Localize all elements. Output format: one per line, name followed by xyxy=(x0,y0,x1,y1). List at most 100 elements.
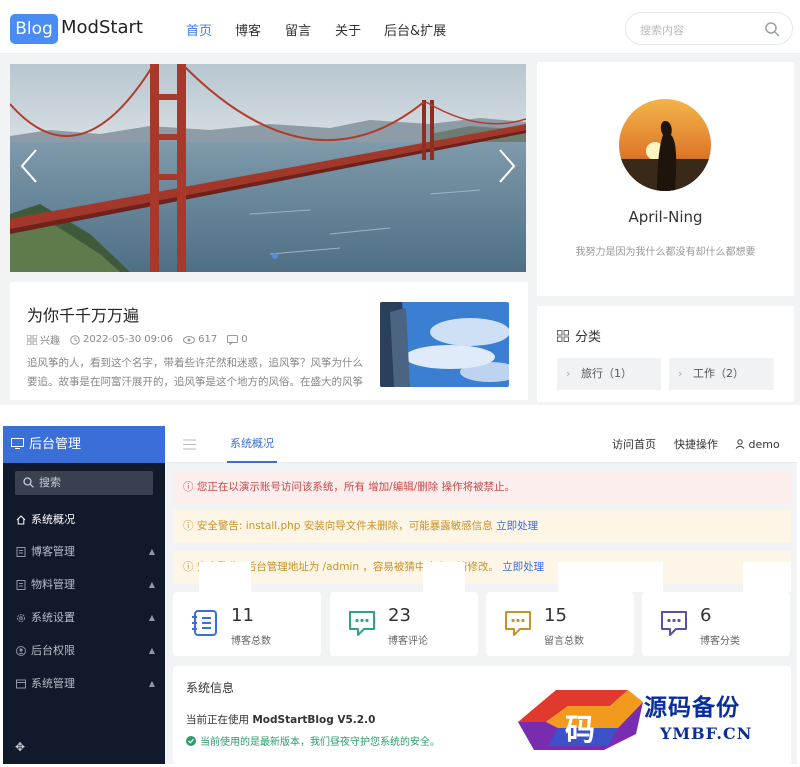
alert-demo-text: 您正在以演示账号访问该系统，所有 增加/编辑/删除 操作将被禁止。 xyxy=(196,481,516,493)
sidebar-item-material[interactable]: 物料管理 ▲ xyxy=(3,570,165,600)
post-title[interactable]: 为你千千万万遍 xyxy=(27,302,139,326)
stat-card-messages[interactable]: 15 留言总数 xyxy=(486,592,634,656)
stat-card-categories[interactable]: 6 博客分类 xyxy=(642,592,790,656)
alert-install-fix-link[interactable]: 立即处理 xyxy=(496,520,538,532)
stat-label: 留言总数 xyxy=(544,636,584,647)
document-icon xyxy=(16,547,26,557)
info-circle-icon: ⓘ xyxy=(183,561,194,573)
category-work[interactable]: › 工作（2） xyxy=(669,358,774,390)
blog-frontend: Blog ModStart 首页 博客 留言 关于 后台&扩展 搜索内容 为你千… xyxy=(0,0,800,405)
carousel-next-icon[interactable] xyxy=(494,146,518,186)
nav-home[interactable]: 首页 xyxy=(186,20,212,39)
admin-title[interactable]: 后台管理 xyxy=(3,426,165,463)
stat-label: 博客分类 xyxy=(700,636,740,647)
logo-text[interactable]: ModStart xyxy=(61,17,143,38)
divider xyxy=(558,562,663,592)
stat-value: 6 xyxy=(700,605,712,626)
grid-icon xyxy=(27,334,37,345)
hero-carousel[interactable] xyxy=(10,64,526,272)
profile-card: April-Ning 我努力是因为我什么都没有却什么都想要 xyxy=(537,62,794,296)
post-meta: 兴趣 2022-05-30 09:06 617 0 xyxy=(27,332,248,347)
system-version: 当前正在使用 ModStartBlog V5.2.0 xyxy=(186,712,375,727)
document-icon xyxy=(16,580,26,590)
tab-overview[interactable]: 系统概况 xyxy=(227,426,277,463)
admin-topbar: 系统概况 访问首页 快捷操作 demo xyxy=(165,426,797,463)
post-excerpt: 追风筝的人，看到这个名字，带着些许茫然和迷惑，追风筝？风筝为什么要追。故事是在阿… xyxy=(27,357,363,388)
sidebar-item-blog[interactable]: 博客管理 ▲ xyxy=(3,537,165,567)
system-status: 当前使用的是最新版本，我们昼夜守护您系统的安全。 xyxy=(186,733,440,748)
system-version-value: ModStartBlog V5.2.0 xyxy=(252,714,376,726)
stat-value: 11 xyxy=(231,605,254,626)
post-category[interactable]: 兴趣 xyxy=(27,332,60,347)
monitor-icon xyxy=(11,438,24,449)
sidebar-item-overview[interactable]: 系统概况 xyxy=(3,505,165,535)
user-icon xyxy=(16,646,26,656)
chevron-right-icon: › xyxy=(566,367,571,380)
divider xyxy=(423,562,465,592)
logo-badge[interactable]: Blog xyxy=(10,14,58,44)
alert-admin-path-fix-link[interactable]: 立即处理 xyxy=(502,561,544,573)
profile-name: April-Ning xyxy=(628,208,703,226)
search-icon[interactable] xyxy=(764,21,780,37)
watermark: 码 源码备份 YMBF.CN xyxy=(518,688,768,752)
post-thumbnail[interactable] xyxy=(380,302,509,387)
info-circle-icon: ⓘ xyxy=(183,520,194,532)
window-icon xyxy=(16,679,26,689)
visit-home-link[interactable]: 访问首页 xyxy=(612,426,656,463)
caret-up-icon: ▲ xyxy=(148,679,155,688)
clock-icon xyxy=(70,334,80,345)
check-circle-icon xyxy=(186,735,196,746)
nav-message[interactable]: 留言 xyxy=(285,20,311,39)
sidebar-item-permissions[interactable]: 后台权限 ▲ xyxy=(3,636,165,666)
nav-blog[interactable]: 博客 xyxy=(235,20,261,39)
comment-icon xyxy=(227,334,239,345)
profile-motto: 我努力是因为我什么都没有却什么都想要 xyxy=(575,247,756,258)
stat-card-blog-comments[interactable]: 23 博客评论 xyxy=(330,592,478,656)
eye-icon xyxy=(183,335,196,344)
gear-icon xyxy=(17,614,25,622)
post-views-label: 617 xyxy=(198,334,218,345)
carousel-prev-icon[interactable] xyxy=(18,146,42,186)
post-card[interactable]: 为你千千万万遍 兴趣 2022-05-30 09:06 617 0 追风筝的人，… xyxy=(10,282,528,400)
divider xyxy=(199,562,251,592)
system-status-text: 当前使用的是最新版本，我们昼夜守护您系统的安全。 xyxy=(200,737,440,748)
sidebar-item-label: 博客管理 xyxy=(31,545,75,558)
chat-icon xyxy=(661,611,687,636)
categories-title: 分类 xyxy=(557,326,601,345)
caret-up-icon: ▲ xyxy=(148,547,155,556)
caret-up-icon: ▲ xyxy=(148,646,155,655)
stat-value: 23 xyxy=(388,605,411,626)
sidebar-search-input[interactable]: 搜索 xyxy=(15,471,153,495)
quick-actions-link[interactable]: 快捷操作 xyxy=(674,426,718,463)
top-navbar: Blog ModStart 首页 博客 留言 关于 后台&扩展 搜索内容 xyxy=(0,0,800,54)
stat-value: 15 xyxy=(544,605,567,626)
chevron-right-icon: › xyxy=(678,367,683,380)
category-work-label: 工作（2） xyxy=(693,367,744,380)
sidebar-item-settings[interactable]: 系统设置 ▲ xyxy=(3,603,165,633)
user-menu[interactable]: demo xyxy=(735,426,780,463)
avatar[interactable] xyxy=(619,99,711,191)
info-circle-icon: ⓘ xyxy=(183,481,194,493)
nav-about[interactable]: 关于 xyxy=(335,20,361,39)
nav-admin-extend[interactable]: 后台&扩展 xyxy=(384,20,446,39)
divider xyxy=(743,562,791,592)
stat-card-blog-count[interactable]: 11 博客总数 xyxy=(173,592,321,656)
search-input[interactable]: 搜索内容 xyxy=(625,12,793,45)
post-thumbnail-image xyxy=(380,302,509,387)
alert-install-text: 安全警告: install.php 安装向导文件未删除，可能暴露敏感信息 xyxy=(196,520,493,532)
sidebar-item-label: 系统管理 xyxy=(31,677,75,690)
categories-title-label: 分类 xyxy=(575,330,602,345)
sidebar-item-system[interactable]: 系统管理 ▲ xyxy=(3,669,165,699)
grid-icon xyxy=(557,329,569,342)
category-travel-label: 旅行（1） xyxy=(581,367,632,380)
user-icon xyxy=(735,439,745,449)
caret-up-icon: ▲ xyxy=(148,613,155,622)
caret-up-icon: ▲ xyxy=(148,580,155,589)
category-travel[interactable]: › 旅行（1） xyxy=(557,358,661,390)
move-icon[interactable]: ✥ xyxy=(15,740,25,754)
menu-toggle-icon[interactable] xyxy=(183,439,196,450)
hero-image xyxy=(10,64,526,272)
alert-admin-path: ⓘ 安全警告: 后台管理地址为 /admin ，容易被猜中攻击，请修改。 立即处… xyxy=(173,551,791,584)
chat-icon xyxy=(349,611,375,636)
sidebar-item-label: 物料管理 xyxy=(31,578,75,591)
